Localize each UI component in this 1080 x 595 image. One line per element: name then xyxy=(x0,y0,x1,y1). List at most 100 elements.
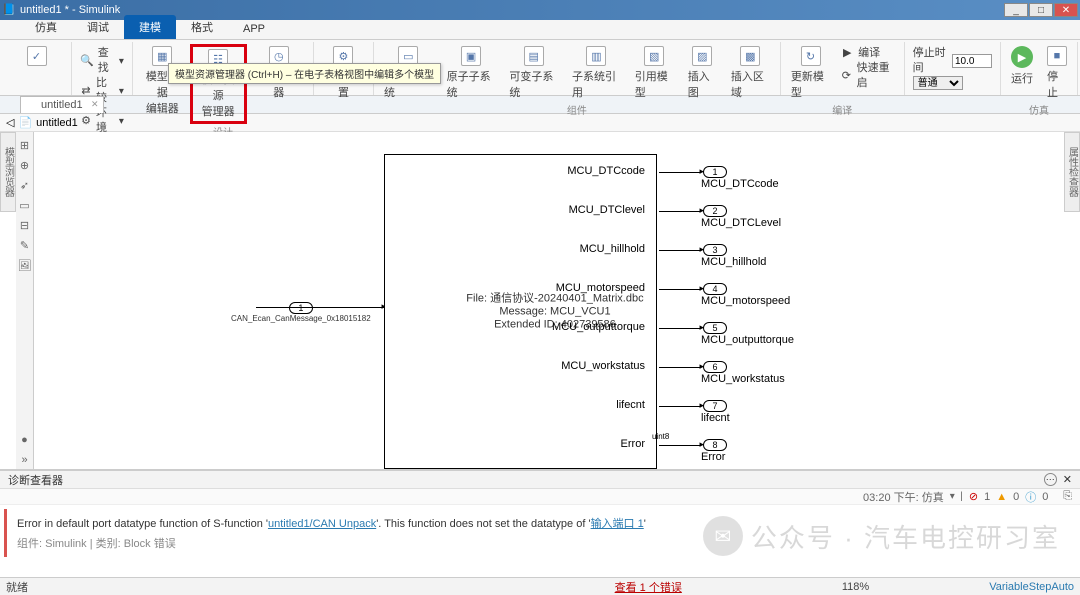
model-data-editor-button[interactable]: ▦模型数据 编辑器 xyxy=(137,44,188,124)
can-unpack-block[interactable]: File: 通信协议-20240401_Matrix.dbc Message: … xyxy=(384,154,657,469)
status-solver[interactable]: VariableStepAuto xyxy=(989,581,1074,593)
record-icon[interactable]: ● xyxy=(16,431,33,449)
outport-number: 5 xyxy=(703,322,727,334)
stop-button[interactable]: ■停止 xyxy=(1041,44,1073,102)
main-area: 模型浏览器 ⊞ ⊕ ➶ ▭ ⊟ ✎ 🖼 ● » 1 CAN_Ecan_CanMe… xyxy=(0,132,1080,469)
signal-line-out[interactable] xyxy=(659,328,701,329)
close-tab-icon[interactable]: ✕ xyxy=(91,99,99,110)
outport-port-label: MCU_motorspeed xyxy=(556,282,645,294)
minimize-button[interactable]: _ xyxy=(1004,3,1028,17)
model-explorer-button[interactable]: ☷模型资源 管理器 xyxy=(190,44,247,124)
signal-line-out[interactable] xyxy=(659,445,701,446)
subref-icon: ▥ xyxy=(586,46,606,66)
outport-lifecnt[interactable]: lifecnt7lifecnt xyxy=(657,400,727,412)
outport-label: MCU_DTCcode xyxy=(701,178,779,190)
signal-line-out[interactable] xyxy=(659,211,701,212)
diag-filter-icon[interactable]: ⎘ xyxy=(1063,490,1072,503)
zoom-in-icon[interactable]: ⊕ xyxy=(16,156,33,174)
compile-button[interactable]: ▶编译 xyxy=(840,46,895,61)
doc-tab-untitled1[interactable]: untitled1✕ xyxy=(20,96,104,113)
diag-link-block[interactable]: untitled1/CAN Unpack xyxy=(268,518,376,530)
fit-icon[interactable]: ▭ xyxy=(16,196,33,214)
stop-time-label: 停止时间 xyxy=(913,46,948,76)
ref-model-button[interactable]: ▧引用模型 xyxy=(629,44,680,102)
outport-number: 3 xyxy=(703,244,727,256)
schedule-editor-button[interactable]: ◷调度编辑器 xyxy=(249,44,309,124)
zoom-out-icon[interactable]: ⊟ xyxy=(16,216,33,234)
breadcrumb-root[interactable]: untitled1 xyxy=(36,117,78,129)
outport-Error[interactable]: Error8Error xyxy=(657,439,727,451)
tab-format[interactable]: 格式 xyxy=(176,15,228,39)
ribbon-tabs: 仿真 调试 建模 格式 APP xyxy=(0,20,1080,40)
model-advisor-button[interactable]: ✓评估和管理 xyxy=(6,44,67,102)
maximize-button[interactable]: □ xyxy=(1029,3,1053,17)
status-bar: 就绪 查看 1 个错误 118% VariableStepAuto xyxy=(0,577,1080,595)
insert-area-button[interactable]: ▩插入区域 xyxy=(725,44,776,102)
status-zoom[interactable]: 118% xyxy=(842,581,869,593)
inport-block[interactable]: 1 CAN_Ecan_CanMessage_0x18015182 xyxy=(231,302,371,323)
canvas[interactable]: 1 CAN_Ecan_CanMessage_0x18015182 CAN Msg… xyxy=(34,132,1080,469)
inport-number: 1 xyxy=(289,302,313,314)
diag-err-count: 1 xyxy=(984,491,990,503)
run-button[interactable]: ▶运行 xyxy=(1005,44,1039,102)
outport-MCU_DTCcode[interactable]: MCU_DTCcode1MCU_DTCcode xyxy=(657,166,727,178)
annotate-icon[interactable]: ✎ xyxy=(16,236,33,254)
nav-icon[interactable]: ➶ xyxy=(16,176,33,194)
update-icon: ↻ xyxy=(801,46,821,66)
close-button[interactable]: ✕ xyxy=(1054,3,1078,17)
atomic-subsystem-button[interactable]: ▣原子子系统 xyxy=(441,44,502,102)
restart-icon: ⟳ xyxy=(840,69,852,84)
tab-debug[interactable]: 调试 xyxy=(72,15,124,39)
play-icon: ▶ xyxy=(1011,46,1033,68)
stop-icon: ■ xyxy=(1047,46,1067,66)
status-ready: 就绪 xyxy=(6,579,28,595)
variant-subsystem-button[interactable]: ▤可变子系统 xyxy=(503,44,564,102)
step-mode-select[interactable]: 普通 xyxy=(913,76,963,90)
tab-simulation[interactable]: 仿真 xyxy=(20,15,72,39)
watermark-text: 公众号 · 汽车电控研习室 xyxy=(751,518,1060,555)
env-icon: ⚙ xyxy=(80,114,92,129)
signal-line-in[interactable] xyxy=(256,307,384,308)
variant-icon: ▤ xyxy=(524,46,544,66)
signal-line-out[interactable] xyxy=(659,172,701,173)
outport-port-label: MCU_DTClevel xyxy=(569,204,645,216)
update-model-button[interactable]: ↻更新模型 xyxy=(785,44,836,102)
outport-MCU_hillhold[interactable]: MCU_hillhold3MCU_hillhold xyxy=(657,244,727,256)
insert-chart-button[interactable]: ▨插入图 xyxy=(682,44,723,102)
expand-icon[interactable]: » xyxy=(16,451,33,469)
tab-app[interactable]: APP xyxy=(228,19,280,39)
signal-line-out[interactable] xyxy=(659,250,701,251)
diag-close-icon[interactable]: ✕ xyxy=(1063,473,1072,486)
model-browser-tab[interactable]: 模型浏览器 xyxy=(0,132,16,212)
tab-modeling[interactable]: 建模 xyxy=(124,15,176,39)
block-message: Message: MCU_VCU1 xyxy=(466,305,643,318)
outport-MCU_workstatus[interactable]: MCU_workstatus6MCU_workstatus xyxy=(657,361,727,373)
image-icon[interactable]: 🖼 xyxy=(16,256,33,274)
outport-MCU_DTCLevel[interactable]: MCU_DTClevel2MCU_DTCLevel xyxy=(657,205,727,217)
outport-number: 7 xyxy=(703,400,727,412)
signal-line-out[interactable] xyxy=(659,289,701,290)
outport-port-label: MCU_outputtorque xyxy=(552,321,645,333)
outport-number: 4 xyxy=(703,283,727,295)
signal-line-out[interactable] xyxy=(659,367,701,368)
outport-port-label: MCU_hillhold xyxy=(580,243,645,255)
diag-time: 03:20 下午: 仿真 xyxy=(863,489,944,505)
zoom-fit-icon[interactable]: ⊞ xyxy=(16,136,33,154)
stop-time-input[interactable] xyxy=(952,54,992,68)
outport-label: MCU_workstatus xyxy=(701,373,785,385)
find-button[interactable]: 🔍查找 ▾ xyxy=(80,46,124,76)
compile-icon: ▶ xyxy=(840,46,854,61)
group-component-label: 组件 xyxy=(378,102,776,117)
outport-MCU_motorspeed[interactable]: MCU_motorspeed4MCU_motorspeed xyxy=(657,283,727,295)
status-errors[interactable]: 查看 1 个错误 xyxy=(615,579,682,595)
outport-MCU_outputtorque[interactable]: MCU_outputtorque5MCU_outputtorque xyxy=(657,322,727,334)
nav-back-icon[interactable]: ◁ xyxy=(6,116,14,129)
subsystem-ref-button[interactable]: ▥子系统引用 xyxy=(566,44,627,102)
outport-label: lifecnt xyxy=(701,412,730,424)
fast-restart-button[interactable]: ⟳快速重启 xyxy=(840,61,895,91)
wechat-icon: ✉ xyxy=(703,516,743,556)
property-inspector-tab[interactable]: 属性检查器 xyxy=(1064,132,1080,212)
diag-settings-icon[interactable]: ⋯ xyxy=(1044,473,1057,486)
signal-line-out[interactable] xyxy=(659,406,701,407)
diag-link-port[interactable]: 输入端口 1 xyxy=(591,518,644,530)
